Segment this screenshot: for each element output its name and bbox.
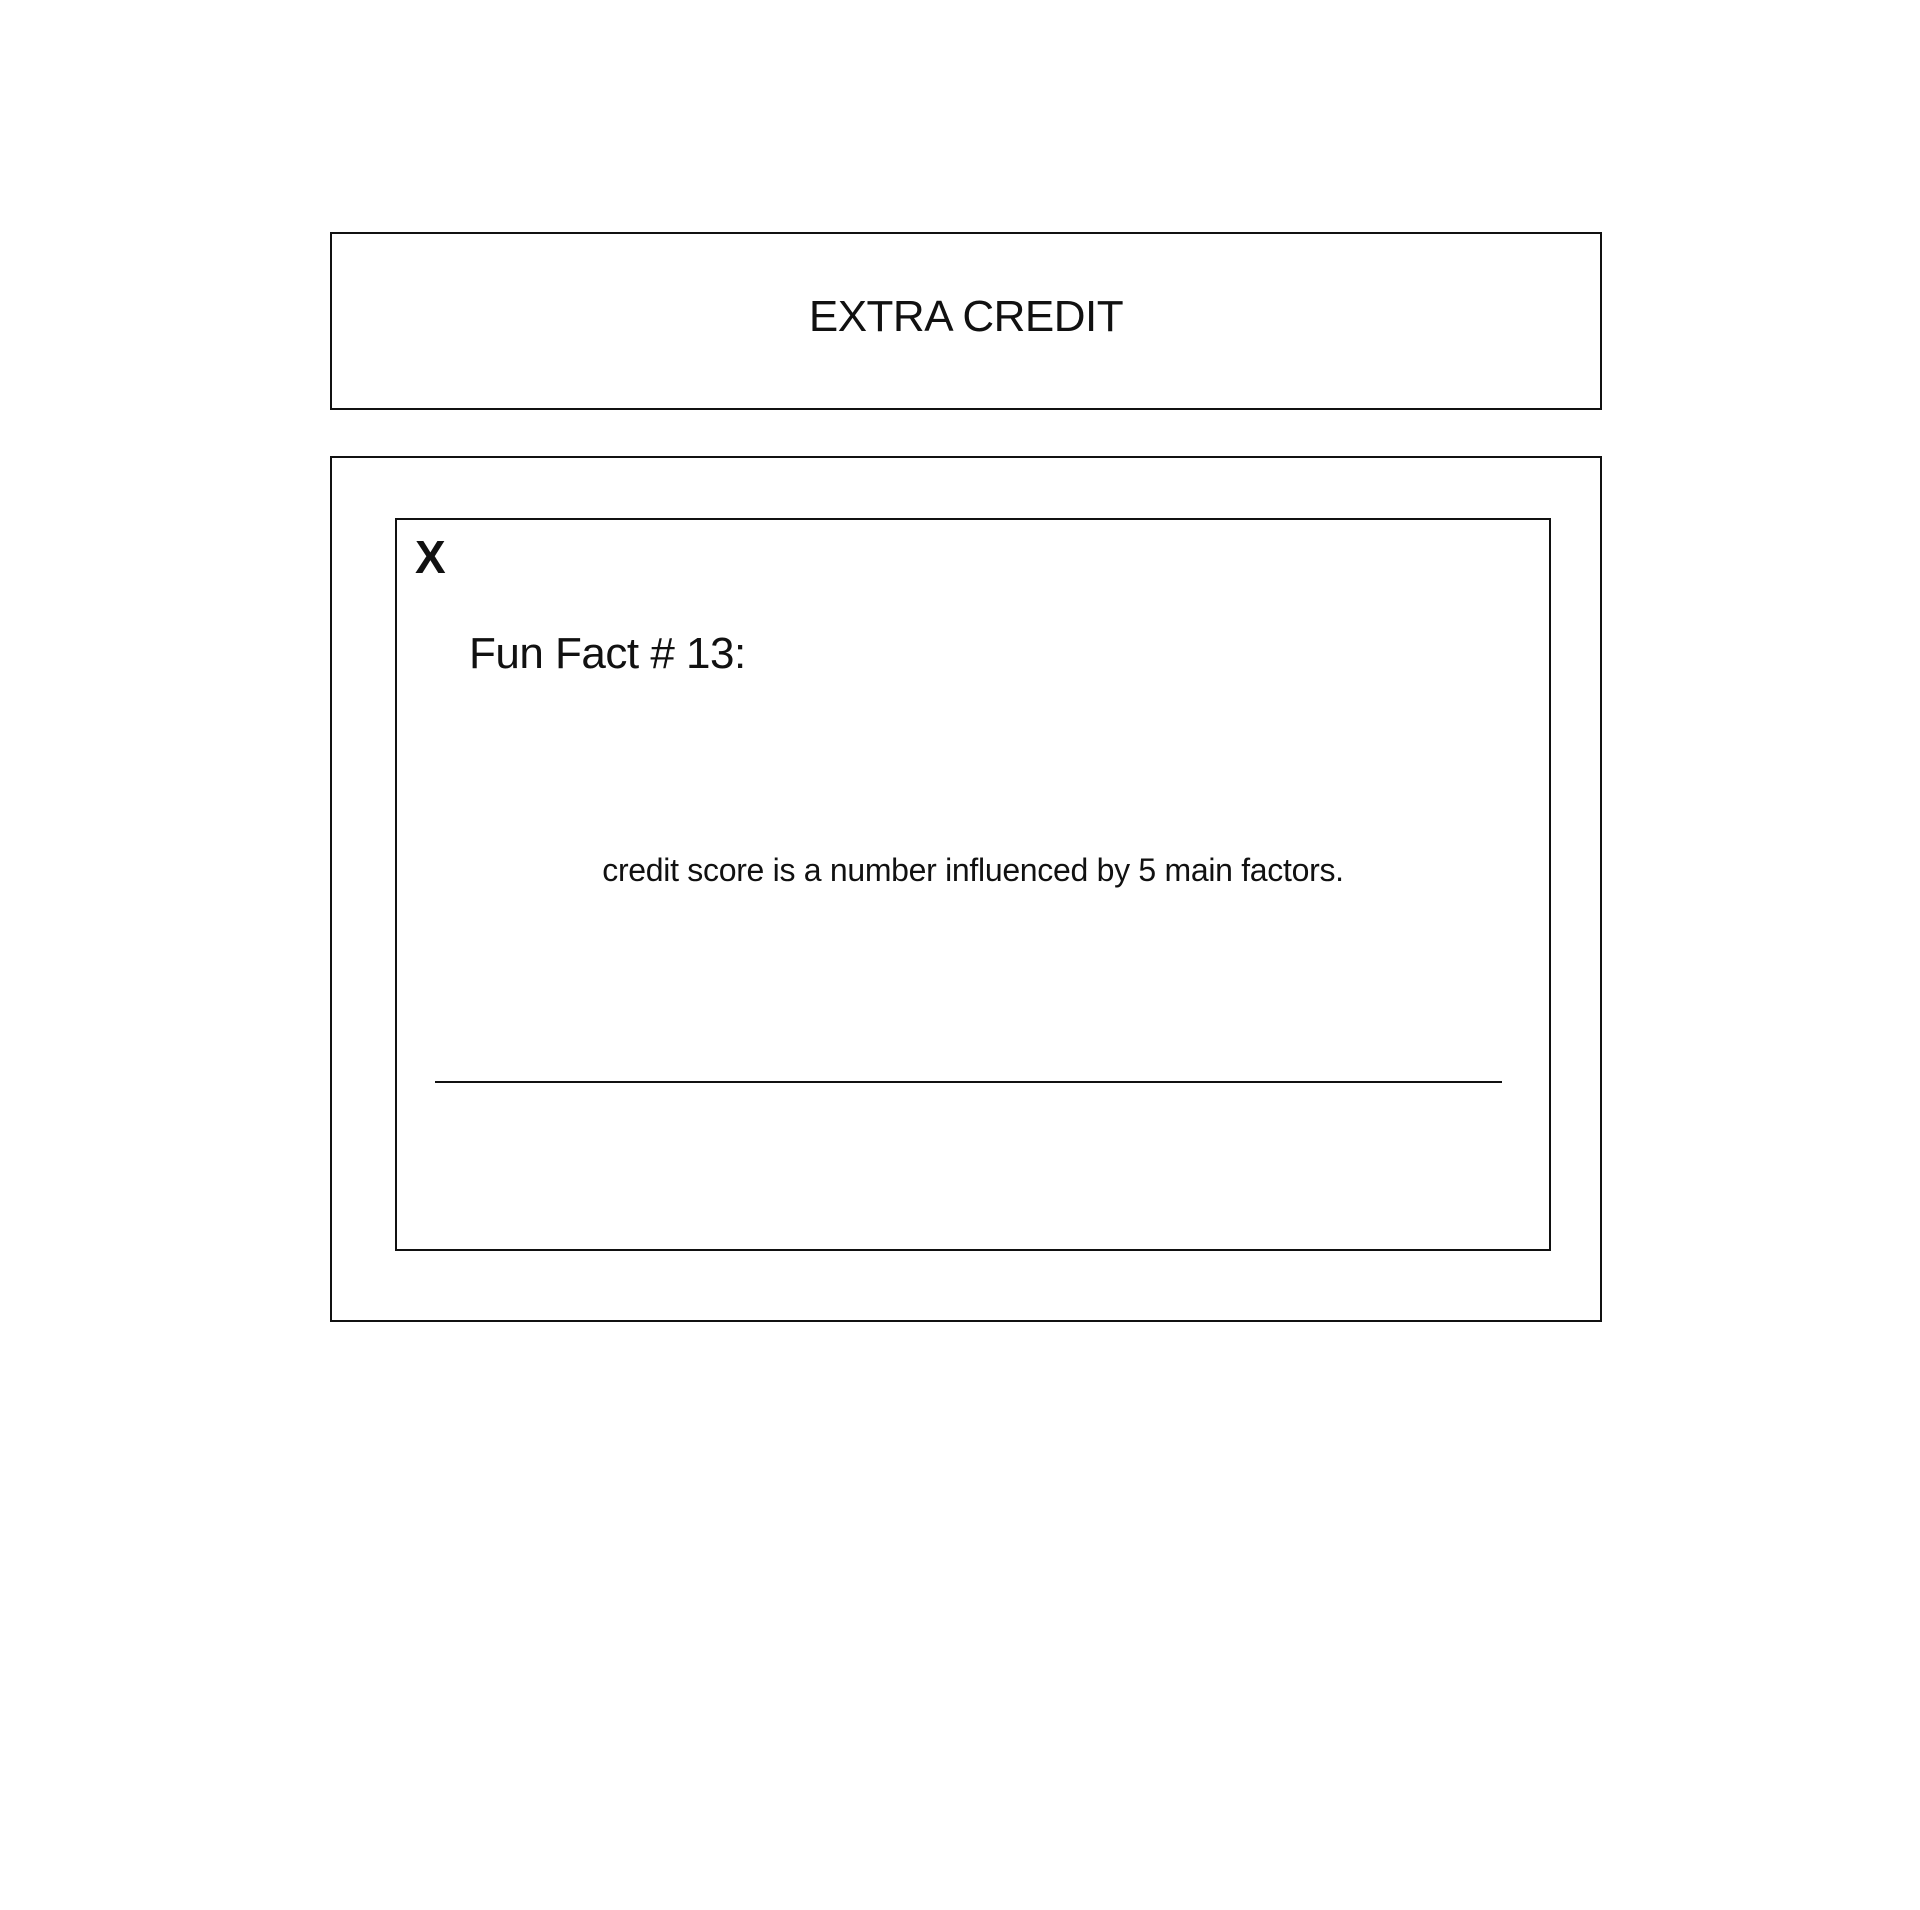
header-banner: EXTRA CREDIT	[330, 232, 1602, 410]
fun-fact-modal: X Fun Fact # 13: credit score is a numbe…	[395, 518, 1551, 1251]
fact-title: Fun Fact # 13:	[469, 629, 746, 678]
divider-line	[435, 1081, 1502, 1083]
fact-body: credit score is a number influenced by 5…	[602, 852, 1344, 888]
close-icon[interactable]: X	[415, 534, 446, 580]
page-title: EXTRA CREDIT	[808, 292, 1124, 341]
